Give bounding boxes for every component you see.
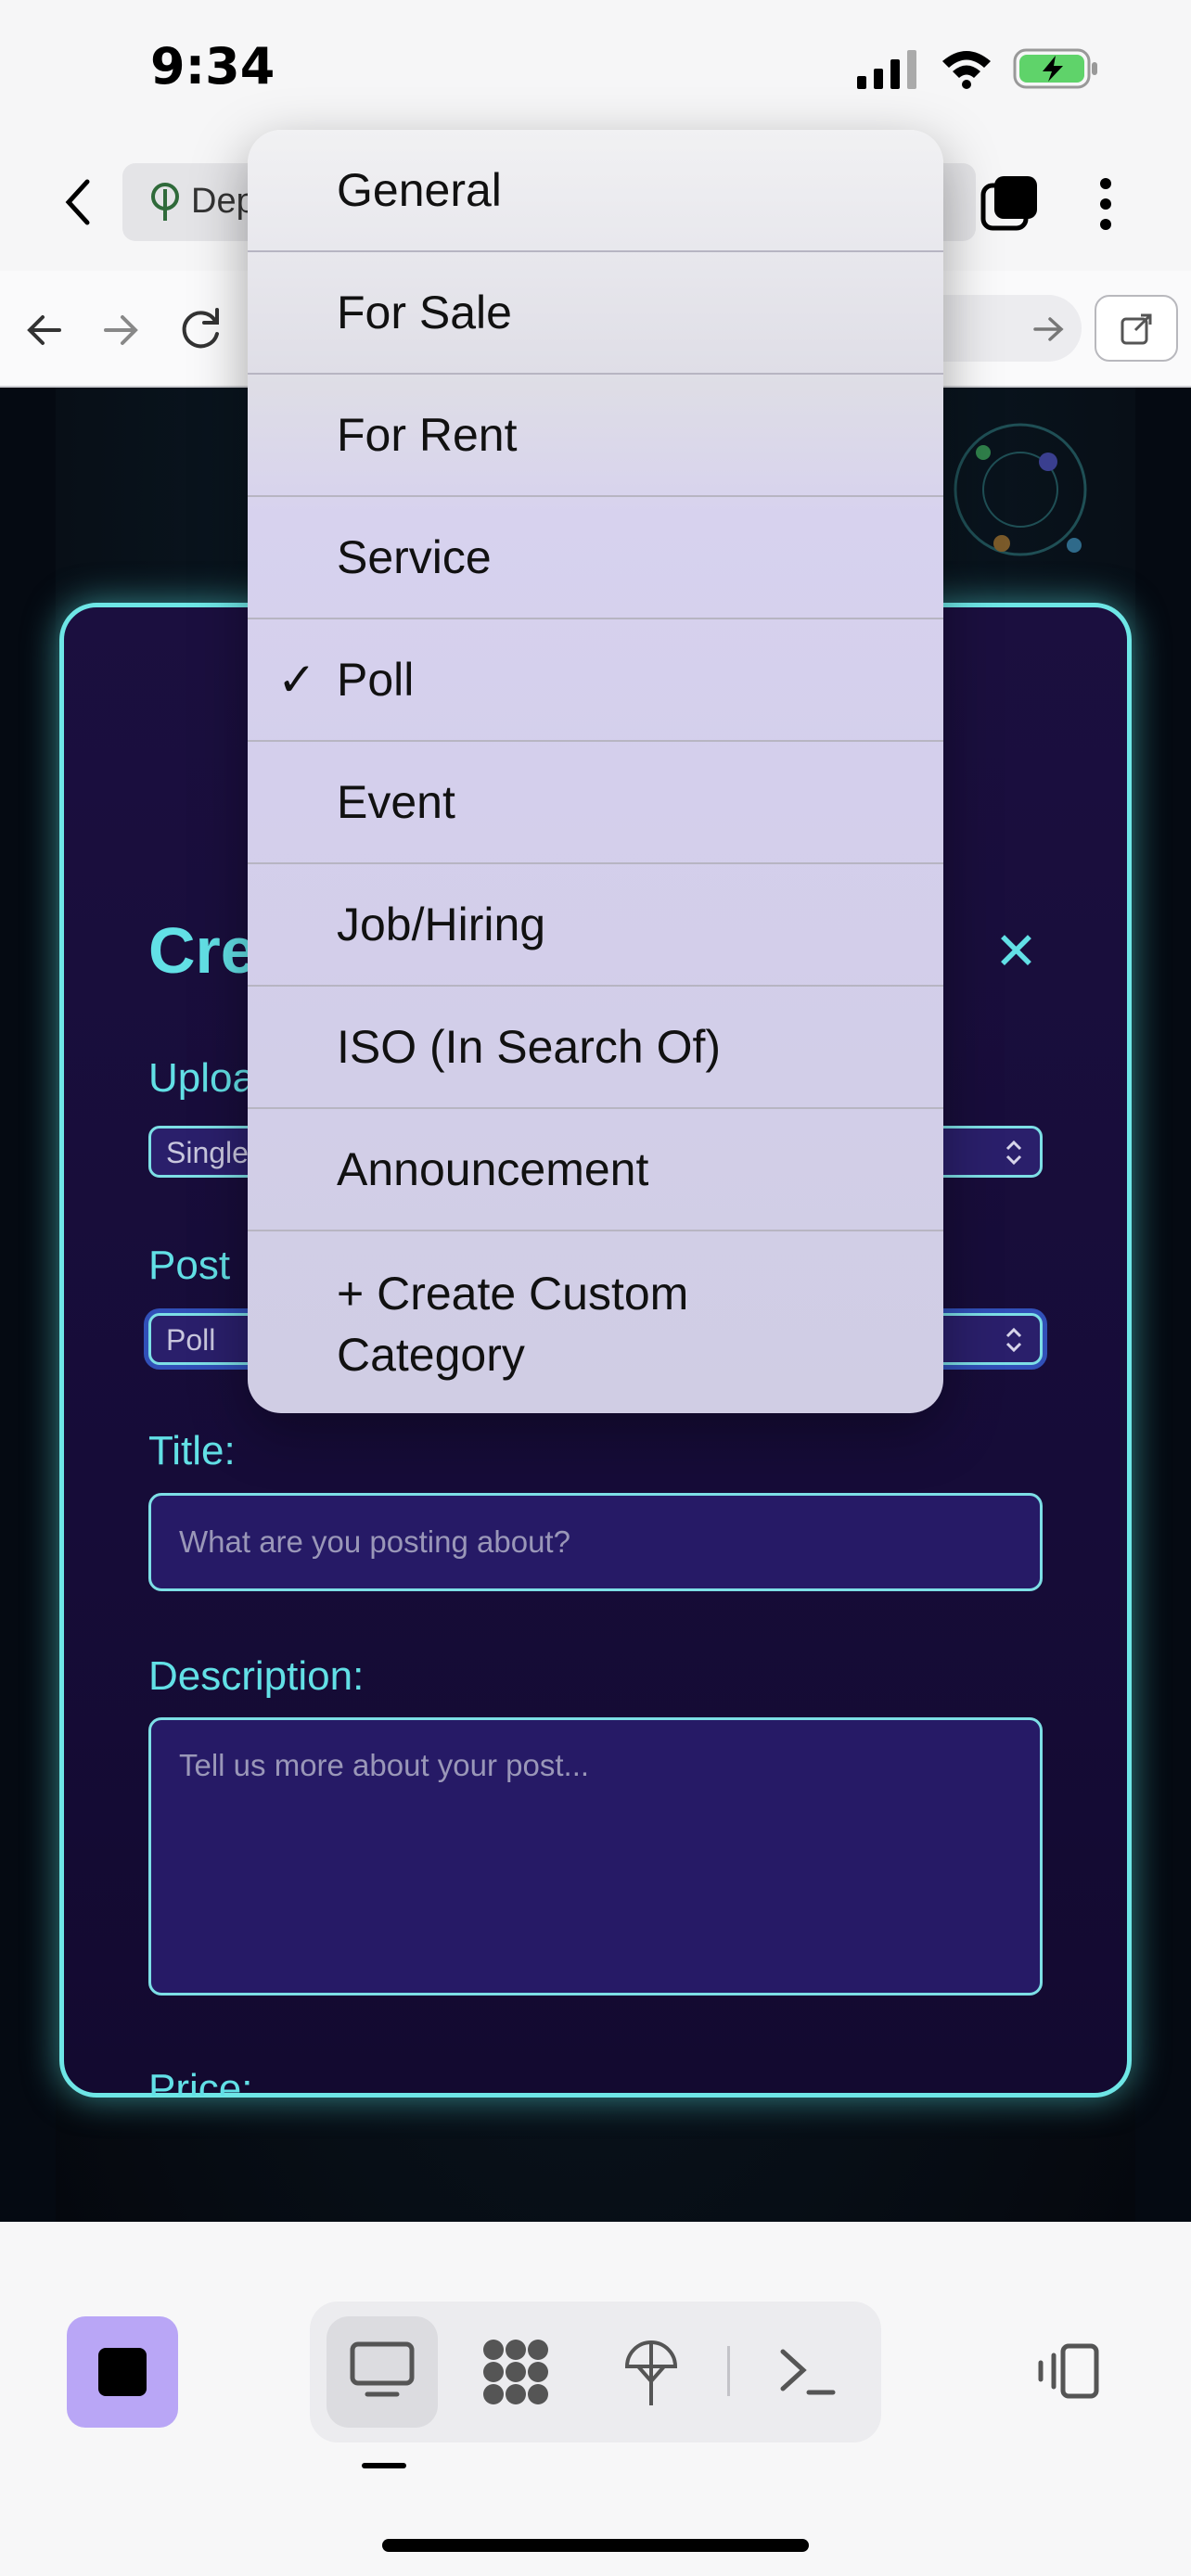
dropdown-item-create-custom[interactable]: + Create Custom Category <box>248 1231 943 1413</box>
dropdown-item-label: Event <box>337 776 455 828</box>
forward-arrow-icon[interactable] <box>100 310 141 351</box>
chevron-updown-icon <box>1005 1327 1022 1353</box>
decorative-circuit-icon <box>954 423 1087 556</box>
stop-icon <box>98 2348 147 2396</box>
price-label-clip: Price: <box>148 2066 1043 2096</box>
chevron-updown-icon <box>1005 1140 1022 1166</box>
checkmark-icon: ✓ <box>277 654 316 706</box>
status-time: 9:34 <box>150 37 275 96</box>
wifi-icon <box>942 51 991 89</box>
dropdown-item-label: Job/Hiring <box>337 899 546 950</box>
network-icon[interactable] <box>621 2335 681 2409</box>
back-chevron-icon[interactable] <box>59 176 96 228</box>
dropdown-item-service[interactable]: Service <box>248 497 943 619</box>
active-tab-indicator <box>362 2463 406 2468</box>
modal-title: Cre <box>148 914 257 987</box>
site-icon <box>151 183 179 221</box>
desktop-icon <box>350 2341 415 2397</box>
go-arrow-icon[interactable] <box>1031 313 1067 345</box>
home-indicator <box>382 2539 809 2552</box>
more-vertical-icon[interactable] <box>1095 174 1117 234</box>
dropdown-item-label: Announcement <box>337 1143 649 1195</box>
upload-type-value: Single <box>166 1136 249 1169</box>
post-type-dropdown: General For Sale For Rent Service ✓ Poll… <box>248 130 943 1413</box>
dropdown-item-announcement[interactable]: Announcement <box>248 1109 943 1231</box>
title-placeholder: What are you posting about? <box>179 1524 570 1559</box>
title-input[interactable]: What are you posting about? <box>148 1493 1043 1591</box>
open-external-icon <box>1121 313 1152 345</box>
title-label: Title: <box>148 1428 236 1473</box>
tab-title: Dep <box>191 182 256 221</box>
dropdown-item-for-rent[interactable]: For Rent <box>248 375 943 497</box>
upload-label: Uploa <box>148 1055 255 1101</box>
description-textarea[interactable]: Tell us more about your post... <box>148 1717 1043 1996</box>
dropdown-item-event[interactable]: Event <box>248 742 943 864</box>
post-type-label: Post <box>148 1243 231 1288</box>
reload-icon[interactable] <box>178 306 224 352</box>
segment-divider <box>727 2346 730 2396</box>
dropdown-item-label: For Rent <box>337 409 518 461</box>
apps-grid-icon[interactable] <box>480 2337 551 2407</box>
post-type-value: Poll <box>166 1323 216 1357</box>
dropdown-item-label: Service <box>337 531 492 583</box>
dropdown-item-for-sale[interactable]: For Sale <box>248 252 943 375</box>
dropdown-item-general[interactable]: General <box>248 130 943 252</box>
side-panel-icon[interactable] <box>1035 2342 1102 2400</box>
tabs-icon[interactable] <box>980 172 1041 234</box>
dropdown-item-label: General <box>337 164 502 216</box>
description-placeholder: Tell us more about your post... <box>179 1748 590 1782</box>
close-button[interactable]: ✕ <box>994 925 1038 977</box>
dropdown-item-label: + Create Custom Category <box>337 1268 689 1381</box>
dropdown-item-label: ISO (In Search Of) <box>337 1021 722 1073</box>
dropdown-item-iso[interactable]: ISO (In Search Of) <box>248 987 943 1109</box>
dropdown-item-label: For Sale <box>337 287 512 338</box>
price-label: Price: <box>148 2066 253 2096</box>
description-label: Description: <box>148 1653 365 1699</box>
terminal-icon[interactable] <box>777 2346 837 2398</box>
signal-icon <box>857 50 916 89</box>
dropdown-item-label: Poll <box>337 654 415 706</box>
dropdown-item-job-hiring[interactable]: Job/Hiring <box>248 864 943 987</box>
battery-charging-icon <box>1013 48 1097 89</box>
back-arrow-icon[interactable] <box>24 310 65 351</box>
dropdown-item-poll[interactable]: ✓ Poll <box>248 619 943 742</box>
